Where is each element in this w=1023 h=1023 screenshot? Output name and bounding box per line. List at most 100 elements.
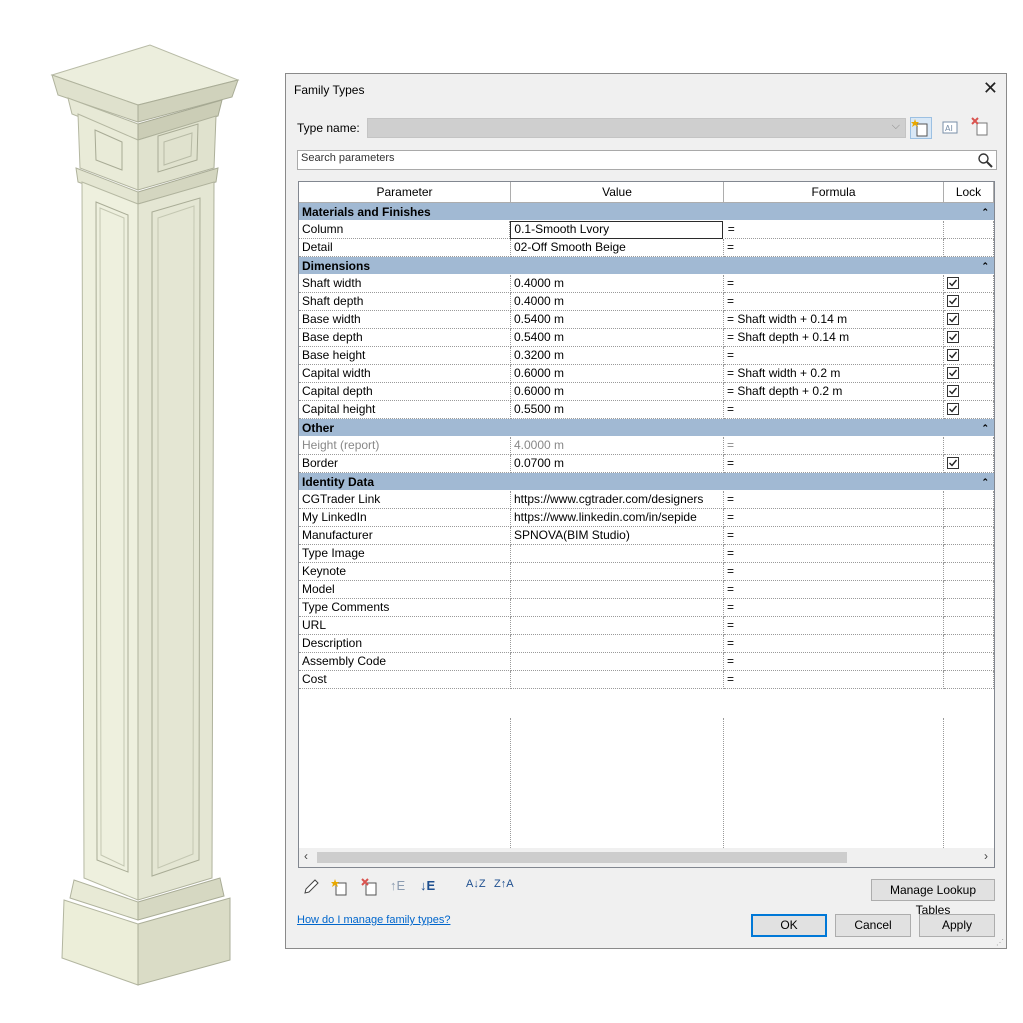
column-header-formula[interactable]: Formula [724, 182, 944, 203]
lock-cell[interactable] [944, 635, 994, 653]
parameter-value-cell[interactable]: 0.5400 m [511, 329, 724, 347]
parameter-value-cell[interactable]: 0.5400 m [511, 311, 724, 329]
scrollbar-thumb[interactable] [317, 852, 847, 863]
parameter-value-cell[interactable]: 0.6000 m [511, 365, 724, 383]
table-row[interactable]: Cost = [299, 671, 994, 689]
collapse-icon[interactable]: ⌃ [981, 419, 989, 437]
help-link[interactable]: How do I manage family types? [297, 914, 450, 926]
table-row[interactable]: Type Image = [299, 545, 994, 563]
lock-cell[interactable] [944, 491, 994, 509]
group-header[interactable]: Identity Data ⌃ [299, 473, 994, 491]
parameter-value-cell[interactable]: 0.4000 m [511, 293, 724, 311]
table-row[interactable]: URL = [299, 617, 994, 635]
parameter-value-cell[interactable]: 0.6000 m [511, 383, 724, 401]
move-up-icon[interactable]: ↑E [390, 878, 405, 898]
lock-cell[interactable] [944, 509, 994, 527]
lock-cell[interactable] [944, 527, 994, 545]
new-parameter-icon[interactable] [331, 878, 349, 898]
lock-cell[interactable] [944, 671, 994, 689]
parameter-formula-cell[interactable]: = Shaft width + 0.2 m [724, 365, 944, 383]
table-row[interactable]: Base height 0.3200 m = [299, 347, 994, 365]
lock-cell[interactable] [944, 581, 994, 599]
table-row[interactable]: Height (report) 4.0000 m = [299, 437, 994, 455]
lock-checkbox[interactable] [947, 457, 959, 469]
lock-cell[interactable] [944, 563, 994, 581]
horizontal-scrollbar[interactable]: ‹ › [299, 848, 994, 867]
lock-cell[interactable] [944, 311, 994, 329]
table-row[interactable]: Capital width 0.6000 m = Shaft width + 0.2… [299, 365, 994, 383]
sort-descending-icon[interactable]: Z↑A [494, 878, 514, 898]
move-down-icon[interactable]: ↓E [420, 878, 435, 898]
lock-checkbox[interactable] [947, 277, 959, 289]
parameter-formula-cell[interactable]: = Shaft depth + 0.2 m [724, 383, 944, 401]
parameter-formula-cell[interactable]: = [724, 671, 944, 689]
table-row[interactable]: Type Comments = [299, 599, 994, 617]
lock-cell[interactable] [944, 275, 994, 293]
parameter-formula-cell[interactable]: = [724, 347, 944, 365]
manage-lookup-tables-button[interactable]: Manage Lookup Tables [871, 879, 995, 917]
delete-parameter-icon[interactable] [361, 878, 379, 898]
group-header[interactable]: Other ⌃ [299, 419, 994, 437]
lock-cell[interactable] [944, 437, 994, 455]
lock-cell[interactable] [944, 455, 994, 473]
parameter-formula-cell[interactable]: = [724, 293, 944, 311]
table-row[interactable]: Manufacturer SPNOVA(BIM Studio) = [299, 527, 994, 545]
lock-cell[interactable] [944, 347, 994, 365]
parameter-formula-cell[interactable]: = Shaft depth + 0.14 m [724, 329, 944, 347]
parameter-formula-cell[interactable]: = [724, 581, 944, 599]
parameter-formula-cell[interactable]: = [724, 491, 944, 509]
new-type-icon[interactable] [910, 117, 932, 139]
lock-cell[interactable] [944, 401, 994, 419]
lock-cell[interactable] [944, 221, 994, 239]
collapse-icon[interactable]: ⌃ [981, 203, 989, 221]
lock-cell[interactable] [944, 617, 994, 635]
resize-grip-icon[interactable]: ⋰ [996, 938, 1004, 947]
parameter-value-cell[interactable] [511, 635, 724, 653]
parameter-formula-cell[interactable]: = [724, 653, 944, 671]
search-icon[interactable] [977, 152, 993, 171]
parameter-value-cell[interactable] [511, 563, 724, 581]
parameter-value-cell[interactable] [511, 617, 724, 635]
parameter-value-cell[interactable] [511, 545, 724, 563]
table-row[interactable]: My LinkedIn https://www.linkedin.com/in/s… [299, 509, 994, 527]
parameter-formula-cell[interactable]: = [724, 545, 944, 563]
parameter-formula-cell[interactable]: = [724, 563, 944, 581]
parameter-formula-cell[interactable]: = [724, 275, 944, 293]
lock-checkbox[interactable] [947, 313, 959, 325]
lock-checkbox[interactable] [947, 331, 959, 343]
parameter-formula-cell[interactable]: = [724, 509, 944, 527]
lock-checkbox[interactable] [947, 349, 959, 361]
collapse-icon[interactable]: ⌃ [981, 473, 989, 491]
edit-parameter-icon[interactable] [302, 878, 320, 898]
parameter-formula-cell[interactable]: = [724, 599, 944, 617]
parameter-value-cell[interactable] [511, 653, 724, 671]
group-header[interactable]: Materials and Finishes ⌃ [299, 203, 994, 221]
sort-ascending-icon[interactable]: A↓Z [466, 878, 486, 898]
parameter-formula-cell[interactable]: = [724, 527, 944, 545]
table-row[interactable]: Keynote = [299, 563, 994, 581]
table-row[interactable]: Detail 02-Off Smooth Beige = [299, 239, 994, 257]
parameter-value-cell[interactable]: 0.0700 m [511, 455, 724, 473]
parameter-value-cell[interactable] [511, 671, 724, 689]
column-header-lock[interactable]: Lock [944, 182, 994, 203]
column-header-value[interactable]: Value [511, 182, 724, 203]
lock-cell[interactable] [944, 545, 994, 563]
table-row[interactable]: Base width 0.5400 m = Shaft width + 0.14 m [299, 311, 994, 329]
table-row[interactable]: Capital height 0.5500 m = [299, 401, 994, 419]
lock-cell[interactable] [944, 239, 994, 257]
parameter-value-cell[interactable]: SPNOVA(BIM Studio) [511, 527, 724, 545]
parameter-value-cell[interactable]: 0.3200 m [511, 347, 724, 365]
table-row[interactable]: Column 0.1-Smooth Lvory = [299, 221, 994, 239]
lock-cell[interactable] [944, 599, 994, 617]
delete-type-icon[interactable] [971, 117, 993, 139]
table-row[interactable]: Shaft depth 0.4000 m = [299, 293, 994, 311]
search-input[interactable]: Search parameters [297, 150, 997, 170]
table-row[interactable]: Border 0.0700 m = [299, 455, 994, 473]
parameter-formula-cell[interactable]: = [724, 617, 944, 635]
type-name-dropdown[interactable]: ⌵ [367, 118, 906, 138]
parameter-formula-cell[interactable]: = Shaft width + 0.14 m [724, 311, 944, 329]
lock-cell[interactable] [944, 293, 994, 311]
table-row[interactable]: Assembly Code = [299, 653, 994, 671]
group-header[interactable]: Dimensions ⌃ [299, 257, 994, 275]
scroll-right-icon[interactable]: › [984, 849, 988, 863]
